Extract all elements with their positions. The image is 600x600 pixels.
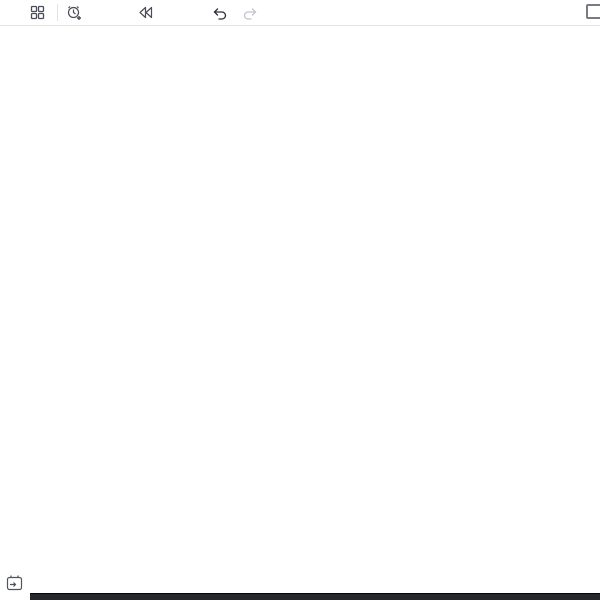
screenshot-frame-icon[interactable] [586,4,600,19]
alarm-clock-plus-icon [66,5,82,21]
redo-button[interactable] [242,0,258,25]
undo-button[interactable] [212,0,228,25]
redo-icon [242,6,258,20]
alert-button[interactable] [66,0,87,25]
price-chart[interactable] [0,0,600,600]
go-to-date-button[interactable] [6,574,24,591]
toolbar [0,0,600,26]
toolbar-divider [57,4,58,21]
undo-icon [212,6,228,20]
grid-layout-icon [30,5,45,20]
replay-button[interactable] [138,0,158,25]
layout-grid-button[interactable] [30,0,45,25]
rewind-icon [138,6,153,19]
ohlc-legend[interactable] [3,31,19,43]
trading-chart-app [0,0,600,600]
window-bottom-bar [30,593,600,600]
calendar-goto-icon [6,575,23,591]
